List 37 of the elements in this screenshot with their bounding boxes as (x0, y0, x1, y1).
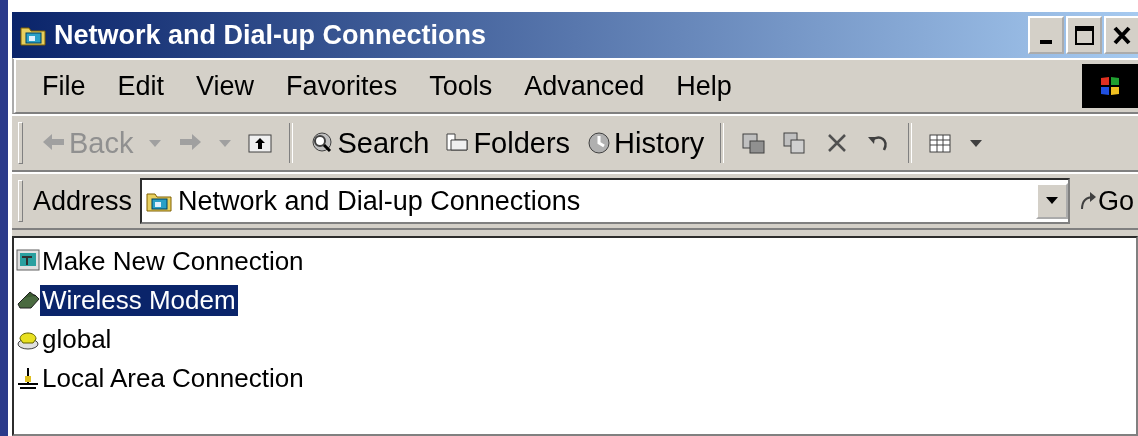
connection-item[interactable]: Make New Connection (40, 245, 306, 277)
caret-icon (970, 139, 983, 148)
close-icon (1113, 25, 1131, 45)
maximize-icon (1074, 25, 1094, 45)
folder-icon (146, 190, 173, 212)
menu-item[interactable]: File (36, 70, 92, 102)
stacked-pages-icon (740, 131, 767, 155)
address-label: Address (33, 185, 133, 217)
caret-icon (1045, 197, 1058, 205)
folder-up-icon (247, 131, 274, 155)
search-button[interactable]: Search (305, 121, 434, 165)
menu-item[interactable]: Advanced (518, 70, 651, 102)
connection-item[interactable]: global (40, 323, 114, 355)
address-field[interactable]: Network and Dial-up Connections (140, 178, 1070, 224)
menu-item[interactable]: Edit (111, 70, 171, 102)
window-title: Network and Dial-up Connections (54, 19, 488, 51)
dropdown-button[interactable] (1035, 183, 1068, 219)
caret-icon (149, 139, 162, 148)
connection-item[interactable]: Wireless Modem (40, 284, 238, 316)
folders-button[interactable]: Folders (441, 121, 575, 165)
connection-item[interactable]: Local Area Connection (40, 362, 306, 394)
go-button[interactable]: Go (1073, 185, 1138, 217)
minimize-button[interactable] (1028, 16, 1064, 54)
network-icon (16, 366, 40, 390)
caret-icon (219, 139, 232, 148)
maximize-button[interactable] (1066, 16, 1102, 54)
clock-icon (586, 131, 613, 155)
menu-item[interactable]: Favorites (280, 70, 404, 102)
windows-logo-icon (1082, 64, 1138, 108)
minimize-icon (1040, 40, 1052, 44)
menu-item[interactable]: View (190, 70, 261, 102)
history-button[interactable]: History (582, 121, 709, 165)
monitor-icon (16, 249, 40, 273)
folder-icon (20, 24, 46, 46)
menu-item[interactable]: Tools (423, 70, 499, 102)
close-button[interactable] (1104, 16, 1138, 54)
menu-item[interactable]: Help (670, 70, 738, 102)
